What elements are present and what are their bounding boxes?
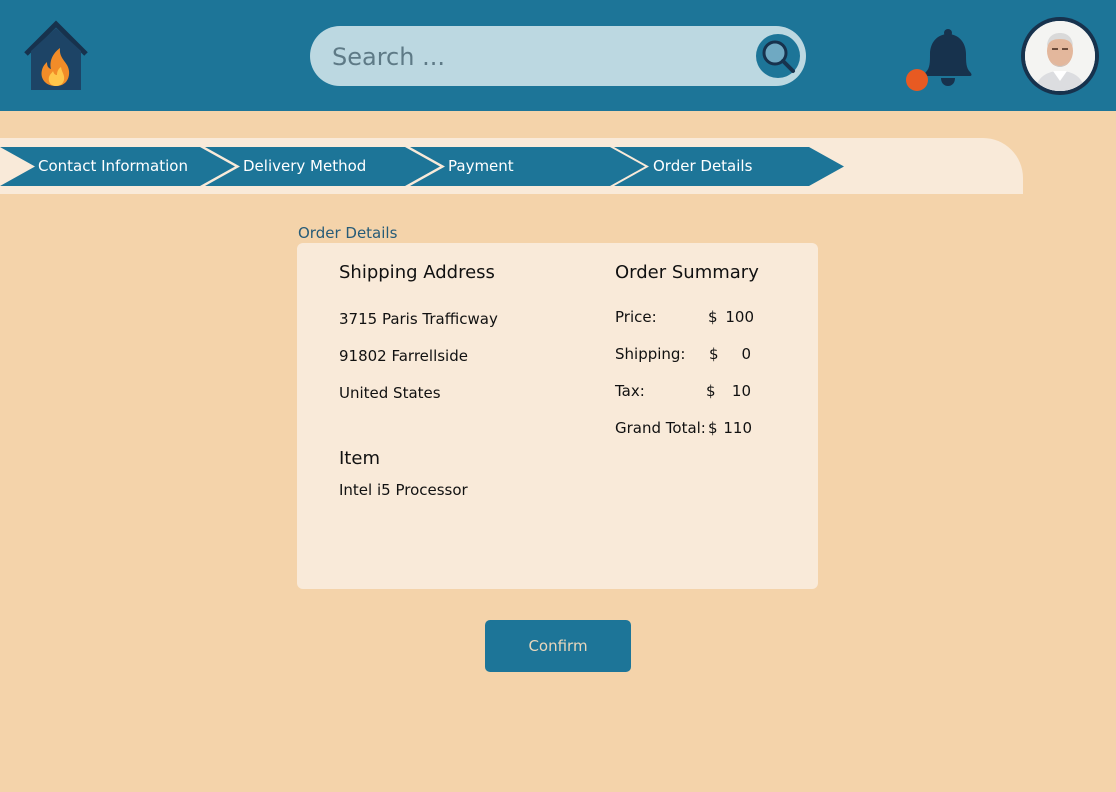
notification-badge	[906, 69, 928, 91]
step-label: Delivery Method	[243, 157, 367, 175]
item-name: Intel i5 Processor	[339, 481, 468, 499]
step-payment[interactable]: Payment	[410, 147, 645, 186]
shipping-postal-city: 91802 Farrellside	[339, 347, 468, 365]
search-input[interactable]	[330, 26, 734, 88]
tax-value: 10	[731, 382, 751, 400]
step-label: Order Details	[653, 157, 753, 175]
order-summary-heading: Order Summary	[615, 262, 759, 283]
item-heading: Item	[339, 448, 380, 469]
bell-icon	[906, 29, 972, 91]
step-contact-information[interactable]: Contact Information	[0, 147, 235, 186]
section-title: Order Details	[298, 224, 398, 242]
price-value: 100	[725, 308, 754, 326]
shipping-cost-label: Shipping:	[615, 345, 686, 363]
shipping-cost-value: 0	[741, 345, 751, 363]
order-details-card: Shipping Address 3715 Paris Trafficway 9…	[297, 243, 818, 589]
shipping-address-heading: Shipping Address	[339, 262, 495, 283]
home-icon[interactable]	[20, 20, 92, 92]
search-button[interactable]	[756, 34, 800, 78]
step-label: Payment	[448, 157, 514, 175]
grand-total-value: 110	[723, 419, 752, 437]
confirm-button[interactable]: Confirm	[485, 620, 631, 672]
notifications-button[interactable]	[900, 26, 980, 96]
shipping-street: 3715 Paris Trafficway	[339, 310, 498, 328]
avatar-photo	[1025, 21, 1095, 91]
step-label: Contact Information	[38, 157, 188, 175]
user-avatar[interactable]	[1021, 17, 1099, 95]
step-delivery-method[interactable]: Delivery Method	[205, 147, 440, 186]
price-label: Price:	[615, 308, 657, 326]
shipping-country: United States	[339, 384, 441, 402]
search-bar	[310, 26, 806, 88]
tax-label: Tax:	[615, 382, 645, 400]
top-bar	[0, 0, 1116, 111]
search-icon	[762, 40, 795, 73]
